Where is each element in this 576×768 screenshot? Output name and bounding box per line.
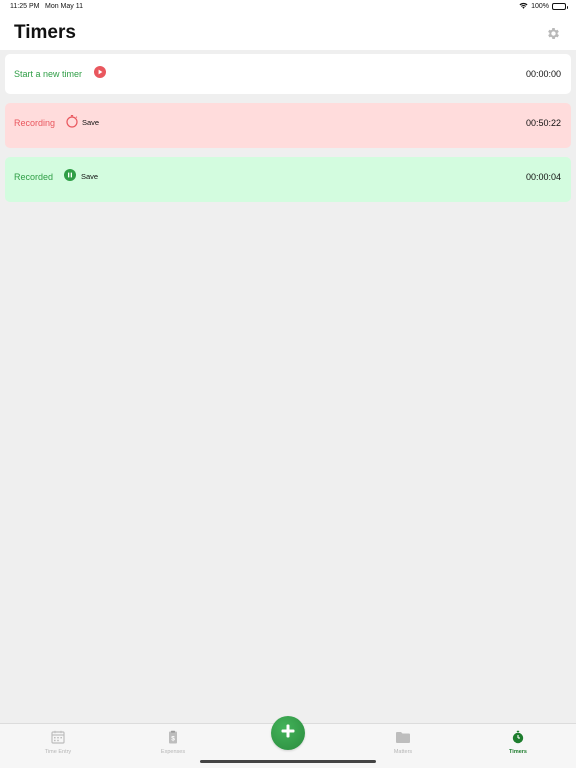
- play-icon: [94, 65, 106, 83]
- save-recorded-button[interactable]: Save: [81, 172, 98, 181]
- status-time: 11:25 PM: [10, 3, 40, 10]
- header: Timers: [0, 14, 576, 50]
- tab-time-entry[interactable]: Time Entry: [23, 729, 93, 759]
- tab-matters[interactable]: Matters: [368, 729, 438, 759]
- resume-timer-button[interactable]: [64, 168, 76, 186]
- tab-timers[interactable]: Timers: [483, 729, 553, 759]
- recorded-label: Recorded: [14, 172, 54, 182]
- tab-timers-label: Timers: [509, 749, 527, 755]
- stopwatch-icon: [510, 729, 526, 745]
- gear-icon: [546, 26, 561, 46]
- calendar-icon: [50, 729, 66, 745]
- svg-text:$: $: [171, 736, 175, 743]
- page-title: Timers: [14, 22, 76, 43]
- recording-label: Recording: [14, 118, 56, 128]
- folder-icon: [395, 729, 411, 745]
- add-button[interactable]: [271, 716, 305, 750]
- recording-timer-row[interactable]: Recording Save 00:50:22: [5, 103, 571, 148]
- receipt-icon: $: [165, 729, 181, 745]
- status-date: Mon May 11: [45, 3, 83, 10]
- start-timer-button[interactable]: [94, 65, 106, 83]
- stop-recording-button[interactable]: [65, 114, 79, 133]
- start-new-timer-row[interactable]: Start a new timer 00:00:00: [5, 54, 571, 94]
- status-bar: 11:25 PM Mon May 11 100%: [0, 0, 576, 14]
- tab-expenses[interactable]: $ Expenses: [138, 729, 208, 759]
- wifi-icon: [519, 2, 528, 11]
- start-new-timer-label: Start a new timer: [14, 69, 83, 79]
- save-recording-button[interactable]: Save: [82, 118, 99, 127]
- settings-button[interactable]: [544, 27, 562, 45]
- battery-icon: [552, 3, 568, 10]
- recorded-time: 00:00:04: [525, 172, 561, 182]
- new-timer-time: 00:00:00: [525, 69, 561, 79]
- tab-expenses-label: Expenses: [160, 749, 186, 755]
- plus-icon: [280, 723, 296, 744]
- tab-matters-label: Matters: [393, 749, 413, 755]
- stopwatch-icon: [65, 114, 79, 133]
- recorded-timer-row[interactable]: Recorded Save 00:00:04: [5, 157, 571, 202]
- tab-time-entry-label: Time Entry: [44, 749, 72, 755]
- pause-icon: [64, 168, 76, 186]
- status-indicators: 100%: [519, 2, 568, 11]
- recording-time: 00:50:22: [525, 118, 561, 128]
- battery-percent: 100%: [531, 3, 549, 10]
- home-indicator: [200, 760, 376, 763]
